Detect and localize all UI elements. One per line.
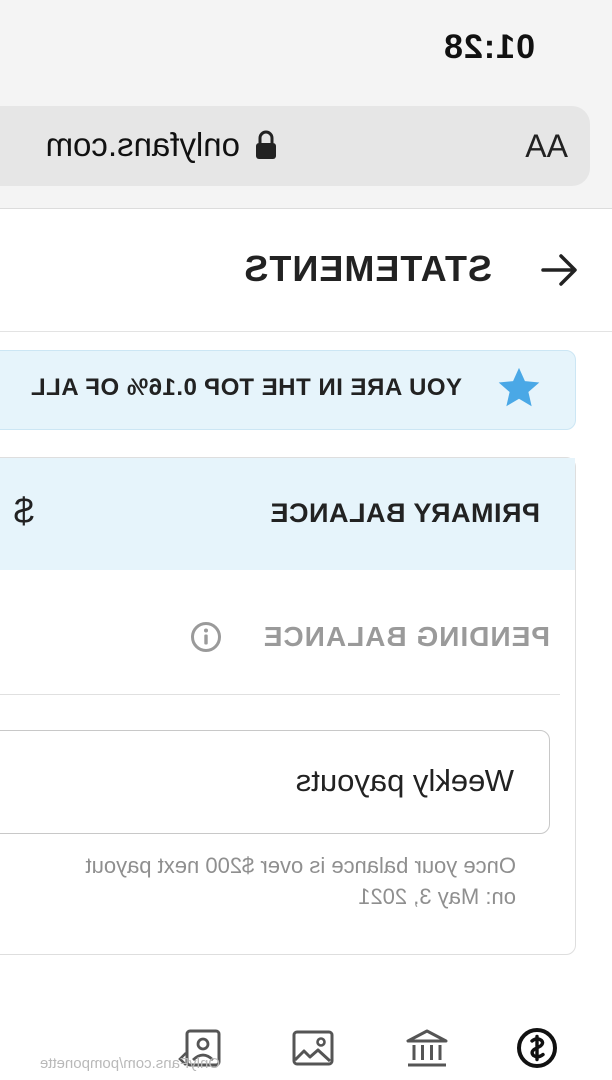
bank-icon[interactable] <box>404 1027 450 1069</box>
url-text[interactable]: onlyfans.com <box>46 126 240 164</box>
text-size-button[interactable]: AA <box>525 128 568 165</box>
status-time: 01:28 <box>443 28 535 66</box>
image-icon[interactable] <box>290 1027 336 1069</box>
divider <box>0 694 560 695</box>
payout-frequency-value: Weekly payouts <box>295 763 514 798</box>
pending-balance-label: PENDING BALANCE <box>262 621 550 652</box>
page-title: STATEMENTS <box>243 248 492 289</box>
lock-icon <box>256 130 276 159</box>
top-percent-text: YOU ARE IN THE TOP 0.16% OF ALL <box>30 374 462 401</box>
payout-help-text: Once your balance is over $200 next payo… <box>85 853 517 909</box>
back-arrow-icon[interactable] <box>539 250 579 290</box>
info-icon[interactable] <box>190 621 222 653</box>
dollar-circle-icon[interactable] <box>514 1027 560 1069</box>
watermark-text: OnlyFans.com/pomponette <box>39 1055 220 1072</box>
primary-balance-amount: $ <box>13 490 34 531</box>
star-icon <box>498 367 540 407</box>
primary-balance-label: PRIMARY BALANCE <box>269 498 540 528</box>
mirrored-screen: 01:28 AA onlyfans.com STATEMENTS YOU ARE… <box>0 0 612 1080</box>
